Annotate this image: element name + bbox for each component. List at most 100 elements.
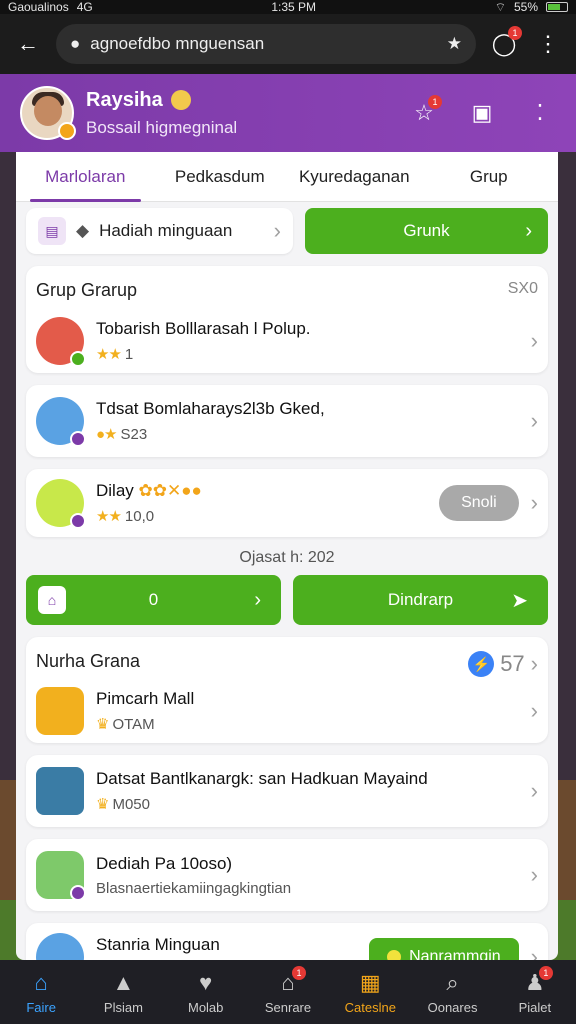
tabs-button[interactable]: ◯ 1 xyxy=(488,26,522,60)
tab-bar: Marlolaran Pedkasdum Kyuredaganan Grup xyxy=(16,152,558,202)
item-title: Dilay xyxy=(96,481,134,500)
chevron-right-icon: › xyxy=(530,408,538,433)
coin-icon xyxy=(387,950,402,960)
nav-plsiam[interactable]: ▲ Plsiam xyxy=(87,970,159,1015)
nav-molab[interactable]: ♥ Molab xyxy=(170,970,242,1015)
dindrarp-button[interactable]: Dindrarp ➤ xyxy=(293,575,548,625)
favorites-badge: 1 xyxy=(428,95,442,109)
wifi-icon: ⌔ xyxy=(494,0,506,14)
edit-icon: ▣ xyxy=(471,100,493,125)
nav-label: Plsiam xyxy=(103,999,143,1015)
menu-button[interactable]: ⋮ xyxy=(532,28,564,60)
more-icon: ⁚ xyxy=(536,100,544,125)
profile-name: Raysiha xyxy=(86,88,163,111)
status-badge-icon xyxy=(70,431,86,447)
reward-card: Nurha Grana ⚡ 57 › Pimcarh Mall ♛ OTAM › xyxy=(26,637,548,743)
nav-cateslne[interactable]: ▦ Cateslne xyxy=(334,970,406,1015)
favorites-button[interactable]: ☆ 1 xyxy=(408,95,442,129)
nav-faire[interactable]: ⌂ Faire xyxy=(5,970,77,1015)
item-title: Tobarish Bolllarasah l Polup. xyxy=(96,319,311,338)
weekly-gift-button[interactable]: ▤ ◆ Hadiah minguaan › xyxy=(26,208,293,254)
reward-card: Dediah Pa 10oso) Blasnaertiekamiingagkin… xyxy=(26,839,548,911)
more-button[interactable]: ⁚ xyxy=(524,97,556,129)
chevron-right-icon: › xyxy=(530,778,538,803)
chevron-right-icon: › xyxy=(530,944,538,960)
nav-label: Cateslne xyxy=(344,999,396,1015)
mall-icon xyxy=(36,687,84,735)
item-meta: 1 xyxy=(124,345,134,363)
address-bar[interactable]: ● ★ xyxy=(56,24,476,64)
nav-oonares[interactable]: ⌕ Oonares xyxy=(417,970,489,1015)
star-rating-icon: ★★ xyxy=(96,346,122,363)
back-button[interactable]: ← xyxy=(12,28,44,60)
list-item[interactable]: Tdsat Bomlaharays2l3b Gked, ●★ S23 › xyxy=(26,385,548,457)
nav-label: Pialet xyxy=(518,999,552,1015)
list-item[interactable]: Dilay ✿✿✕●● ★★ 10,0 Snoli › xyxy=(26,469,548,537)
home-icon: ⌂ xyxy=(34,969,48,995)
grid-icon: ▦ xyxy=(359,969,381,995)
list-item[interactable]: Pimcarh Mall ♛ OTAM › xyxy=(26,679,548,743)
nanrammgin-label: Nanrammgin xyxy=(409,948,501,960)
tab-kyuredaganan[interactable]: Kyuredaganan xyxy=(287,152,422,202)
avatar[interactable] xyxy=(20,86,76,140)
tab-pedkasdum[interactable]: Pedkasdum xyxy=(153,152,288,202)
url-input[interactable] xyxy=(90,34,437,54)
back-arrow-icon: ← xyxy=(17,31,39,56)
list-item[interactable]: Dediah Pa 10oso) Blasnaertiekamiingagkin… xyxy=(26,839,548,911)
avatar xyxy=(36,933,84,960)
weekly-gift-label: Hadiah minguaan xyxy=(99,221,233,240)
item-meta: 10,0 xyxy=(124,507,155,525)
snoli-button[interactable]: Snoli xyxy=(439,485,519,521)
star-rating-icon: ★★ xyxy=(96,508,122,525)
group-count: SX0 xyxy=(507,280,538,297)
chevron-right-icon: › xyxy=(525,219,532,242)
list-header-count: 57 xyxy=(500,651,525,676)
chevron-right-icon: › xyxy=(530,651,538,676)
reward-card: Datsat Bantlkanargk: san Hadkuan Mayaind… xyxy=(26,755,548,827)
chevron-right-icon: › xyxy=(273,218,281,243)
status-badge-icon xyxy=(70,885,86,901)
tab-grup[interactable]: Grup xyxy=(422,152,557,202)
item-meta: S23 xyxy=(120,425,148,443)
carrier-label: Gaoualinos xyxy=(8,0,69,14)
chevron-right-icon: › xyxy=(530,328,538,353)
chevron-right-icon: › xyxy=(254,588,261,611)
share-icon: ➤ xyxy=(511,589,528,612)
group-title: Grup Grarup xyxy=(36,280,138,300)
nav-pialet[interactable]: ♟ 1 Pialet xyxy=(499,965,571,1015)
edit-button[interactable]: ▣ xyxy=(466,97,498,129)
menu-dots-icon: ⋮ xyxy=(537,31,559,56)
tab-marlolaran[interactable]: Marlolaran xyxy=(18,152,153,202)
emoji-icon: ✿✿✕●● xyxy=(138,481,202,500)
emoji-icon xyxy=(170,90,191,110)
item-subtitle: Blasnaertiekamiingagkingtian xyxy=(96,879,292,897)
star-rating-icon: ●★ xyxy=(96,426,117,443)
group-member-card: Tdsat Bomlaharays2l3b Gked, ●★ S23 › xyxy=(26,385,548,457)
grunk-button[interactable]: Grunk › xyxy=(305,208,548,254)
bottom-navigation: ⌂ Faire ▲ Plsiam ♥ Molab ⌂ 1 Senrare ▦ C… xyxy=(0,960,576,1024)
nav-label: Oonares xyxy=(427,999,478,1015)
status-badge-icon xyxy=(70,513,86,529)
chevron-right-icon: › xyxy=(530,490,538,515)
item-meta: M050 xyxy=(112,795,150,813)
list-header-title: Nurha Grana xyxy=(36,651,141,671)
list-item[interactable]: Stanria Minguan ●★362 Nanrammgin › xyxy=(26,923,548,960)
reward-card: Stanria Minguan ●★362 Nanrammgin › xyxy=(26,923,548,960)
list-item[interactable]: Tobarish Bolllarasah l Polup. ★★ 1 › xyxy=(26,309,548,373)
battery-icon xyxy=(546,2,568,12)
diamond-icon: ◆ xyxy=(76,221,90,240)
nav-senrare[interactable]: ⌂ 1 Senrare xyxy=(252,965,324,1015)
status-badge-icon xyxy=(70,351,86,367)
nanrammgin-button[interactable]: Nanrammgin xyxy=(369,938,519,960)
profile-subtitle: Bossail higmegninal xyxy=(86,117,238,137)
signal-label: 4G xyxy=(76,0,93,14)
home-box-icon: ⌂ xyxy=(38,586,66,614)
count-button[interactable]: ⌂ 0 › xyxy=(26,575,281,625)
bookmark-star-icon[interactable]: ★ xyxy=(447,34,462,54)
crown-icon: ♛ xyxy=(96,716,109,733)
nav-label: Molab xyxy=(187,999,224,1015)
battery-percent: 55% xyxy=(513,0,538,14)
item-title: Dediah Pa 10oso) xyxy=(96,853,233,873)
list-item[interactable]: Datsat Bantlkanargk: san Hadkuan Mayaind… xyxy=(26,755,548,827)
crown-icon: ♛ xyxy=(96,796,109,813)
